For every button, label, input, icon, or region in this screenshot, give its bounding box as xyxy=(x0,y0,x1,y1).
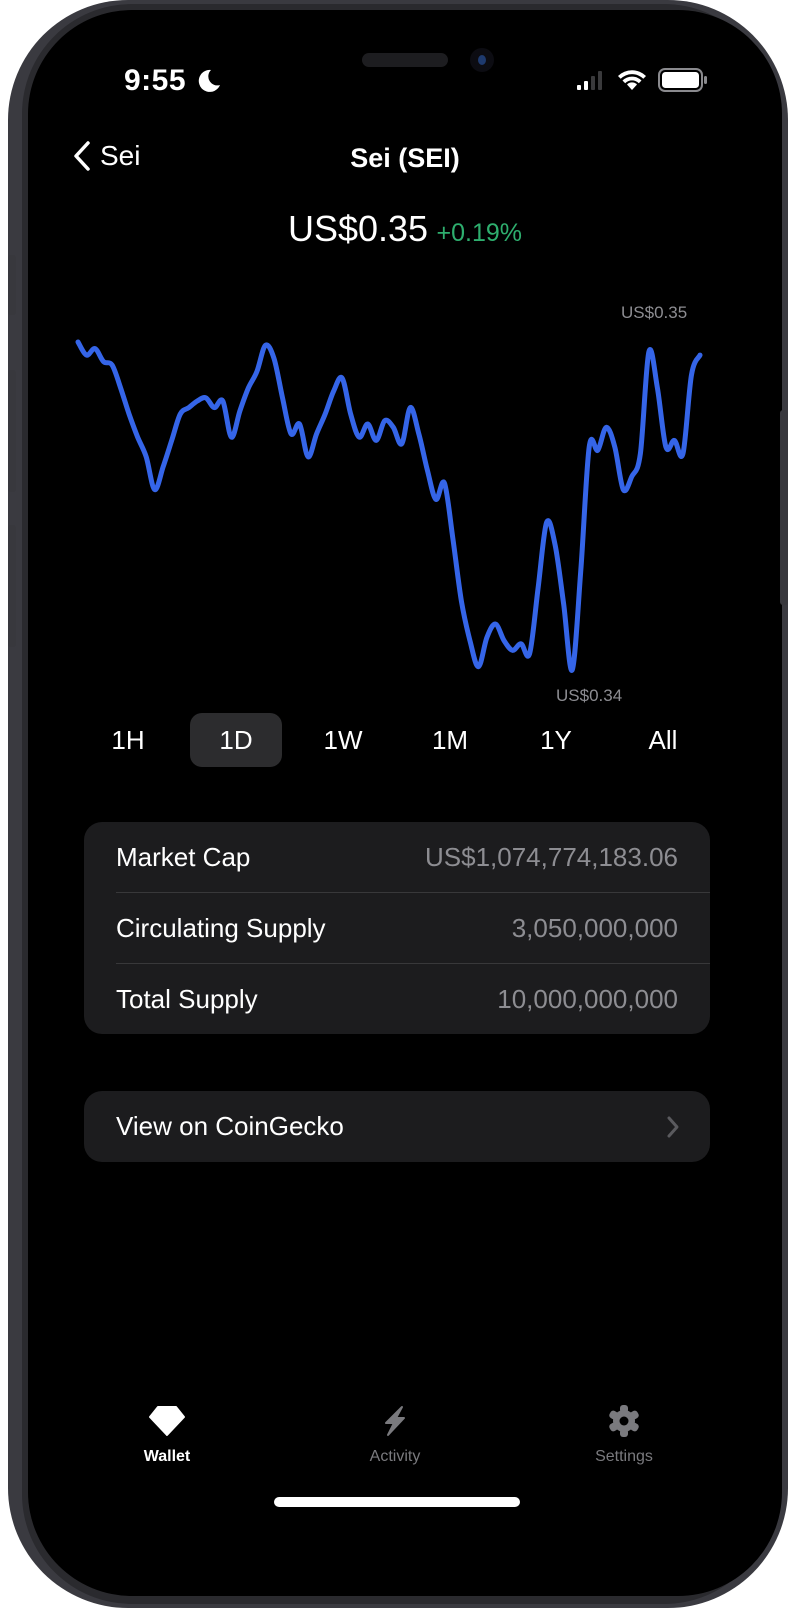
tab-activity[interactable]: Activity xyxy=(325,1400,465,1466)
stat-row-market-cap: Market Cap US$1,074,774,183.06 xyxy=(116,822,678,892)
diamond-icon xyxy=(149,1406,185,1436)
screen: 9:55 Sei Sei (SEI) US$0.35 +0.19% US$0.3… xyxy=(28,10,782,1596)
volume-down-button xyxy=(8,525,16,647)
stat-value: 3,050,000,000 xyxy=(511,912,678,943)
tab-wallet[interactable]: Wallet xyxy=(97,1400,237,1466)
tab-label: Settings xyxy=(595,1448,653,1465)
current-price: US$0.35 xyxy=(287,208,429,249)
moon-icon xyxy=(198,69,220,92)
stat-value: US$1,074,774,183.06 xyxy=(425,841,678,872)
range-all[interactable]: All xyxy=(617,713,709,767)
stat-label: Market Cap xyxy=(116,841,251,872)
chart-canvas xyxy=(75,339,703,673)
phone-frame: 9:55 Sei Sei (SEI) US$0.35 +0.19% US$0.3… xyxy=(8,0,788,1608)
price-line xyxy=(75,339,703,673)
stat-label: Circulating Supply xyxy=(116,912,326,943)
time-range-selector: 1H 1D 1W 1M 1Y All xyxy=(82,713,742,767)
stat-row-circulating-supply: Circulating Supply 3,050,000,000 xyxy=(116,893,678,963)
chevron-right-icon xyxy=(667,1116,679,1138)
status-time: 9:55 xyxy=(124,64,187,97)
page-title: Sei (SEI) xyxy=(350,143,460,173)
link-label: View on CoinGecko xyxy=(116,1111,344,1141)
speaker-grille xyxy=(362,53,448,67)
range-1h[interactable]: 1H xyxy=(82,713,174,767)
price-header: US$0.35 +0.19% xyxy=(28,208,782,250)
tab-label: Activity xyxy=(369,1448,421,1465)
tab-bar: Wallet Activity Settings xyxy=(28,1400,782,1480)
stat-value: 10,000,000,000 xyxy=(497,983,678,1014)
power-button xyxy=(780,410,788,605)
range-1d[interactable]: 1D xyxy=(190,713,282,767)
bolt-icon xyxy=(385,1406,405,1436)
tab-label: Wallet xyxy=(143,1448,191,1465)
price-change: +0.19% xyxy=(436,219,523,247)
stat-row-total-supply: Total Supply 10,000,000,000 xyxy=(116,964,678,1034)
chart-min-label: US$0.34 xyxy=(556,686,623,705)
status-icons xyxy=(576,68,708,92)
range-1y[interactable]: 1Y xyxy=(510,713,602,767)
range-1w[interactable]: 1W xyxy=(297,713,389,767)
gear-icon xyxy=(609,1405,639,1437)
range-1m[interactable]: 1M xyxy=(404,713,496,767)
cellular-signal-icon xyxy=(577,71,602,90)
price-chart[interactable]: US$0.35 US$0.34 xyxy=(28,290,782,720)
home-indicator[interactable] xyxy=(274,1497,520,1507)
battery-icon xyxy=(658,68,707,92)
wifi-icon xyxy=(618,70,646,90)
volume-up-button xyxy=(8,370,16,492)
stats-card: Market Cap US$1,074,774,183.06 Circulati… xyxy=(84,822,710,1034)
side-button xyxy=(8,255,16,315)
view-on-coingecko-button[interactable]: View on CoinGecko xyxy=(84,1091,710,1162)
front-camera xyxy=(470,48,494,72)
tab-settings[interactable]: Settings xyxy=(554,1400,694,1466)
stat-label: Total Supply xyxy=(116,983,258,1014)
